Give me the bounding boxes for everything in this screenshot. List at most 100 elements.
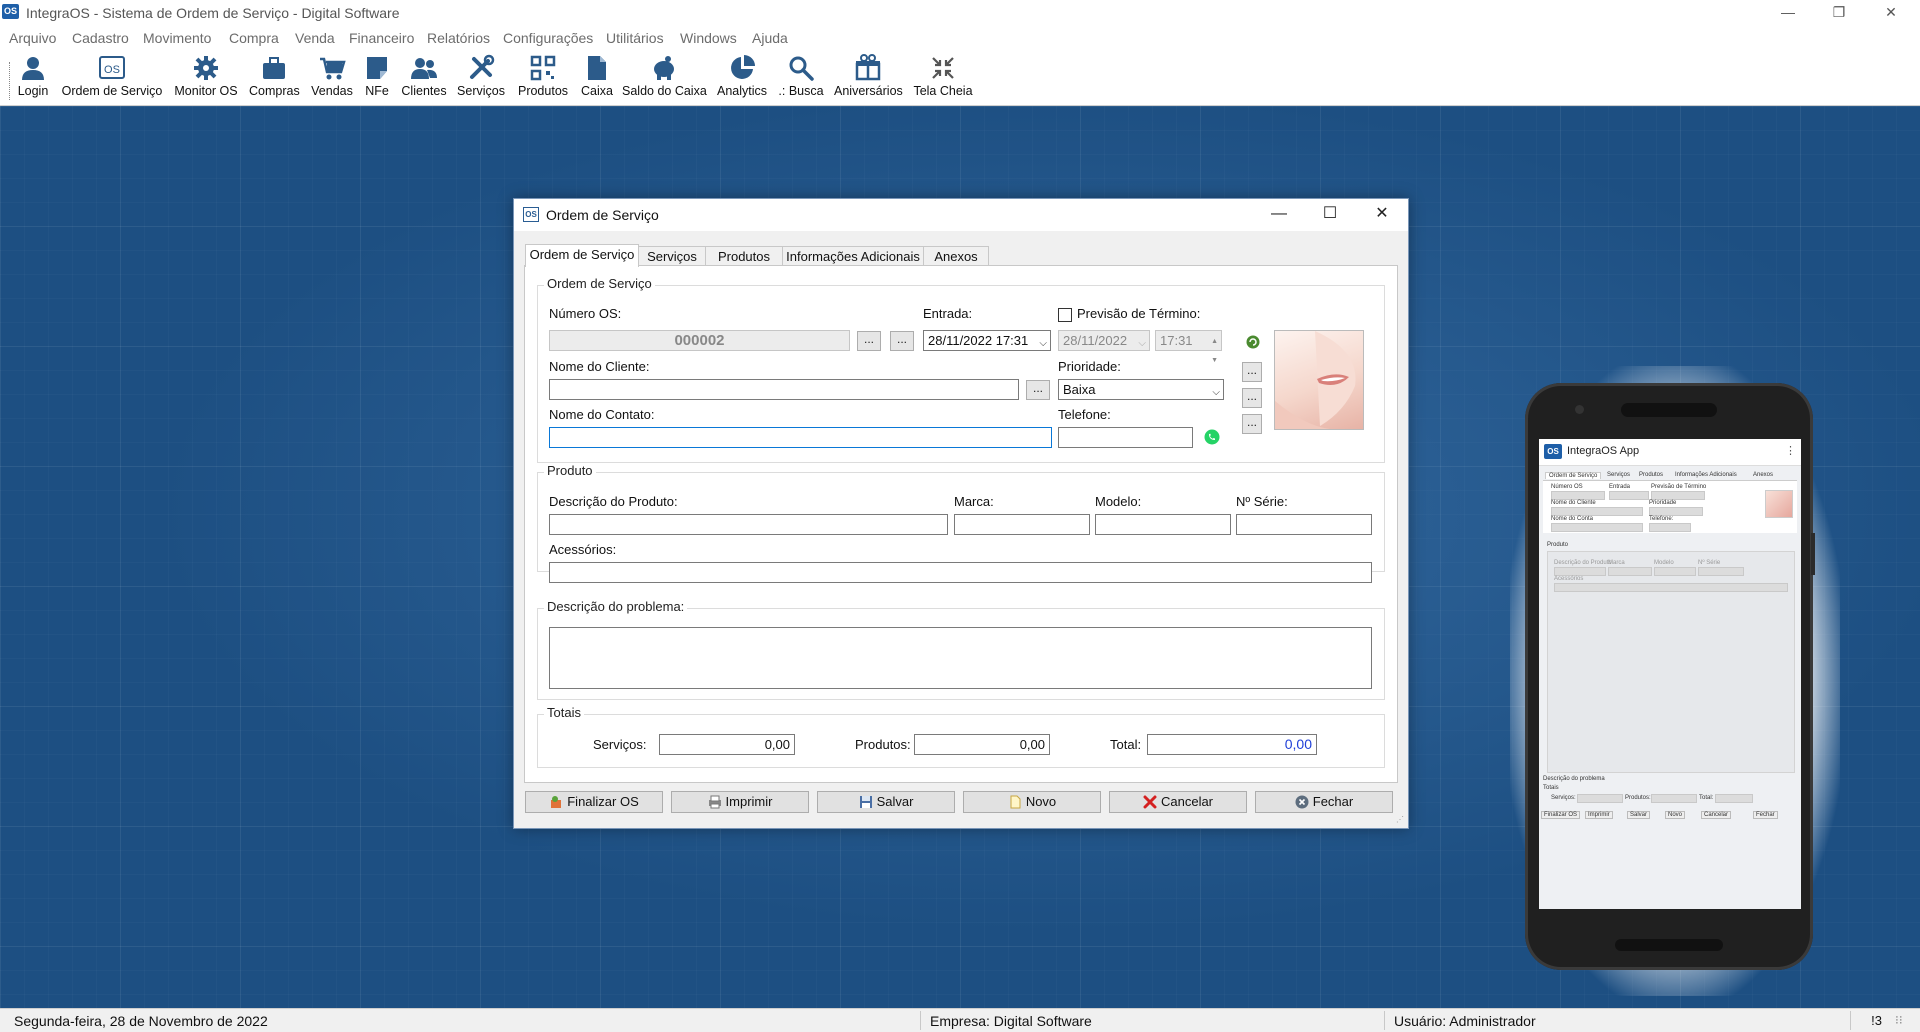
face-photo-image xyxy=(1275,331,1356,429)
telefone-input[interactable] xyxy=(1058,427,1193,448)
novo-label: Novo xyxy=(1025,794,1057,809)
phone-tab-anexos[interactable]: Anexos xyxy=(1753,472,1773,478)
fechar-button[interactable]: Fechar xyxy=(1255,791,1393,813)
total-produtos-field[interactable]: 0,00 xyxy=(914,734,1050,755)
salvar-button[interactable]: Salvar xyxy=(817,791,955,813)
dialog-maximize-button[interactable]: ☐ xyxy=(1312,203,1348,227)
total-geral-field[interactable]: 0,00 xyxy=(1147,734,1317,755)
numero-serie-input[interactable] xyxy=(1236,514,1372,535)
previsao-termino-checkbox[interactable] xyxy=(1058,308,1072,322)
menu-configuracoes[interactable]: Configurações xyxy=(503,30,593,46)
toolbar-login-button[interactable]: Login xyxy=(14,54,52,104)
prioridade-select[interactable]: Baixa ⌵ xyxy=(1058,379,1224,400)
tab-informacoes-adicionais[interactable]: Informações Adicionais xyxy=(782,246,924,266)
phone-imprimir-button[interactable]: Imprimir xyxy=(1585,811,1613,819)
toolbar-nfe-button[interactable]: NFe xyxy=(362,54,392,104)
previsao-time-spinner[interactable]: 17:31 ▲ ▼ xyxy=(1155,330,1222,364)
menu-windows[interactable]: Windows xyxy=(680,30,737,46)
toolbar-clientes-button[interactable]: Clientes xyxy=(400,54,448,104)
tab-anexos[interactable]: Anexos xyxy=(923,246,989,266)
menu-financeiro[interactable]: Financeiro xyxy=(349,30,414,46)
numero-os-field[interactable]: 000002 xyxy=(549,330,850,351)
menu-utilitarios[interactable]: Utilitários xyxy=(606,30,664,46)
phone-prioridade-label: Prioridade xyxy=(1649,500,1677,506)
phone-cancelar-button[interactable]: Cancelar xyxy=(1701,811,1732,819)
toolbar-produtos-button[interactable]: Produtos xyxy=(514,54,572,104)
dialog-close-button[interactable]: ✕ xyxy=(1364,203,1400,227)
phone-finalizar-button[interactable]: Finalizar OS xyxy=(1541,811,1581,819)
photo-option-button-1[interactable]: ... xyxy=(1242,362,1262,382)
menu-venda[interactable]: Venda xyxy=(295,30,335,46)
document-icon xyxy=(588,56,606,80)
cancelar-button[interactable]: Cancelar xyxy=(1109,791,1247,813)
phone-fechar-button[interactable]: Fechar xyxy=(1753,811,1778,819)
entrada-datetime-picker[interactable]: 28/11/2022 17:31 ⌵ xyxy=(923,330,1051,351)
numero-os-browse-button[interactable]: ... xyxy=(890,331,914,351)
menu-movimento[interactable]: Movimento xyxy=(143,30,211,46)
restore-button[interactable]: ❐ xyxy=(1816,0,1862,26)
modelo-input[interactable] xyxy=(1095,514,1231,535)
novo-button[interactable]: Novo xyxy=(963,791,1101,813)
imprimir-label: Imprimir xyxy=(725,794,773,809)
product-photo[interactable] xyxy=(1274,330,1364,430)
refresh-icon[interactable] xyxy=(1246,335,1260,349)
toolbar-aniversarios-button[interactable]: Aniversários xyxy=(834,54,903,104)
acessorios-input[interactable] xyxy=(549,562,1372,583)
resize-grip-icon[interactable]: ⋰ xyxy=(1396,815,1404,824)
total-geral-label: Total: xyxy=(1110,737,1142,752)
toolbar-vendas-button[interactable]: Vendas xyxy=(310,54,354,104)
phone-prioridade-input xyxy=(1649,507,1703,516)
dialog-titlebar: OS Ordem de Serviço — ☐ ✕ xyxy=(514,199,1408,231)
fullscreen-icon xyxy=(932,57,954,79)
cliente-lookup-button[interactable]: ... xyxy=(1026,380,1050,400)
menu-arquivo[interactable]: Arquivo xyxy=(9,30,56,46)
phone-total-label: Total: xyxy=(1699,795,1714,801)
descricao-produto-input[interactable] xyxy=(549,514,948,535)
phone-menu-icon[interactable]: ⋮ xyxy=(1785,444,1796,457)
imprimir-button[interactable]: Imprimir xyxy=(671,791,809,813)
toolbar-busca-button[interactable]: .: Busca xyxy=(778,54,824,104)
tab-produtos[interactable]: Produtos xyxy=(705,246,783,266)
whatsapp-icon[interactable] xyxy=(1204,429,1220,445)
total-servicos-field[interactable]: 0,00 xyxy=(659,734,795,755)
phone-tab-servicos[interactable]: Serviços xyxy=(1607,472,1630,478)
descricao-problema-textarea[interactable] xyxy=(549,627,1372,689)
toolbar-ordem-servico-button[interactable]: OS Ordem de Serviço xyxy=(60,54,164,104)
finalizar-os-button[interactable]: Finalizar OS xyxy=(525,791,663,813)
tab-servicos[interactable]: Serviços xyxy=(638,246,706,266)
ordem-servico-dialog: OS Ordem de Serviço — ☐ ✕ Ordem de Servi… xyxy=(513,198,1409,829)
toolbar-monitor-os-button[interactable]: Monitor OS xyxy=(173,54,239,104)
phone-app-title: IntegraOS App xyxy=(1567,445,1640,457)
phone-salvar-button[interactable]: Salvar xyxy=(1627,811,1651,819)
minimize-button[interactable]: — xyxy=(1765,0,1811,26)
toolbar-saldo-caixa-button[interactable]: Saldo do Caixa xyxy=(622,54,707,104)
telefone-label: Telefone: xyxy=(1058,407,1111,422)
phone-produto-label: Produto xyxy=(1547,542,1569,548)
nome-contato-input[interactable] xyxy=(549,427,1052,448)
marca-input[interactable] xyxy=(954,514,1090,535)
toolbar-analytics-button[interactable]: Analytics xyxy=(715,54,769,104)
toolbar-servicos-button[interactable]: Serviços xyxy=(456,54,506,104)
numero-os-lookup-button[interactable]: ... xyxy=(857,331,881,351)
photo-option-button-2[interactable]: ... xyxy=(1242,388,1262,408)
toolbar-compras-button[interactable]: Compras xyxy=(249,54,300,104)
phone-tab-os[interactable]: Ordem de Serviço xyxy=(1545,472,1602,479)
nome-cliente-input[interactable] xyxy=(549,379,1019,400)
phone-produto-panel: Descrição do Produto Marca Modelo Nº Sér… xyxy=(1547,551,1795,773)
close-circle-icon xyxy=(1295,795,1309,809)
tab-ordem-servico[interactable]: Ordem de Serviço xyxy=(525,244,639,267)
toolbar-caixa-button[interactable]: Caixa xyxy=(580,54,614,104)
dialog-minimize-button[interactable]: — xyxy=(1261,203,1297,227)
phone-tab-info[interactable]: Informações Adicionais xyxy=(1675,472,1737,478)
menu-ajuda[interactable]: Ajuda xyxy=(752,30,788,46)
menu-compra[interactable]: Compra xyxy=(229,30,279,46)
close-button[interactable]: ✕ xyxy=(1868,0,1914,26)
phone-novo-button[interactable]: Novo xyxy=(1665,811,1686,819)
phone-tab-produtos[interactable]: Produtos xyxy=(1639,472,1663,478)
menu-cadastro[interactable]: Cadastro xyxy=(72,30,129,46)
previsao-date-picker[interactable]: 28/11/2022 ⌵ xyxy=(1058,330,1150,351)
menu-relatorios[interactable]: Relatórios xyxy=(427,30,490,46)
photo-option-button-3[interactable]: ... xyxy=(1242,414,1262,434)
previsao-time-value: 17:31 xyxy=(1160,333,1193,348)
toolbar-tela-cheia-button[interactable]: Tela Cheia xyxy=(912,54,974,104)
